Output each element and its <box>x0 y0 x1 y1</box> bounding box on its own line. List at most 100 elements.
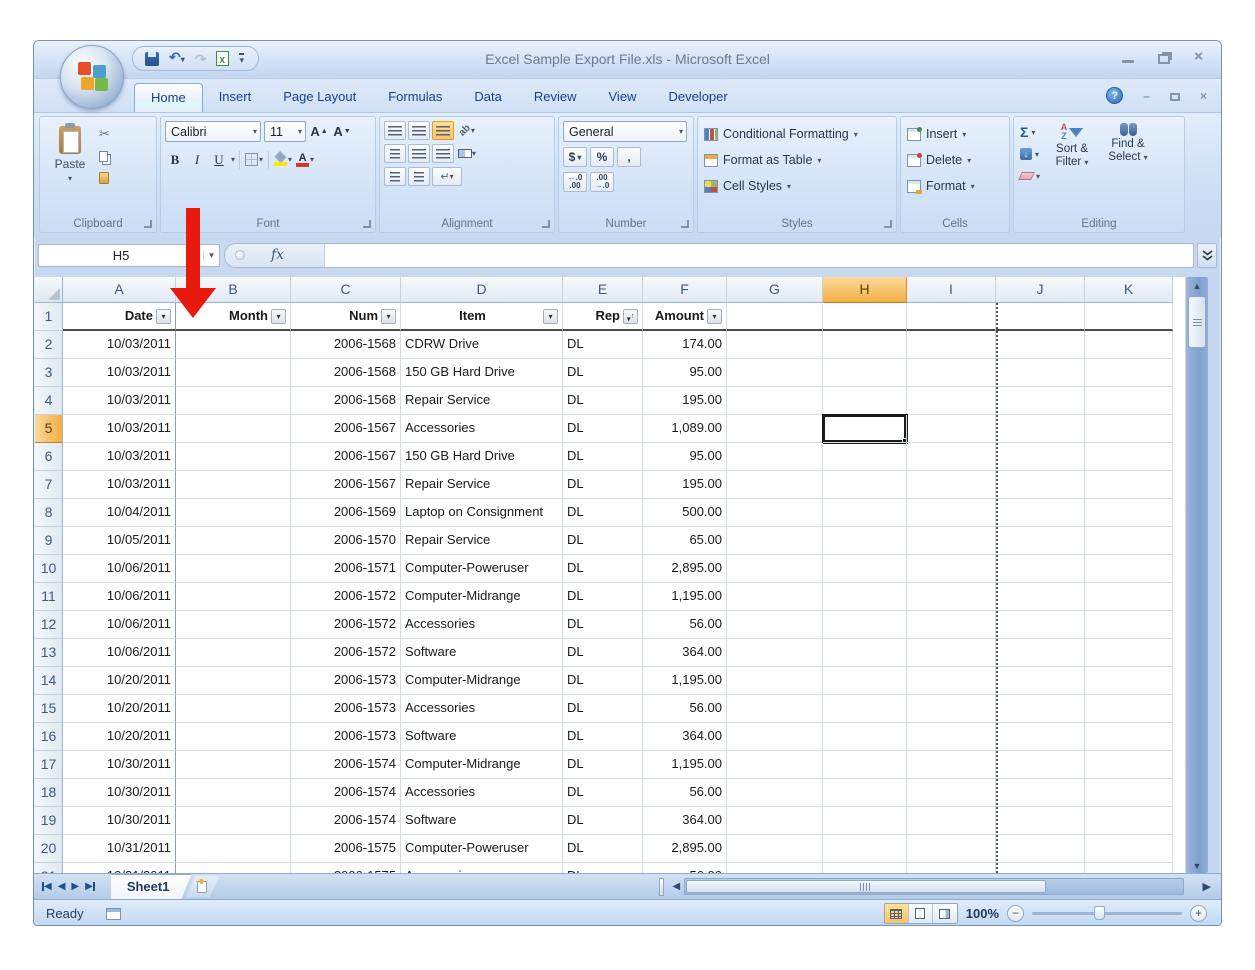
cell-H21[interactable] <box>823 863 907 873</box>
find-select-button[interactable]: Find & Select ▾ <box>1102 121 1154 212</box>
delete-cells-button[interactable]: Delete▾ <box>907 147 1005 173</box>
cell-K5[interactable] <box>1085 415 1173 443</box>
cell-K10[interactable] <box>1085 555 1173 583</box>
bottom-align-button[interactable] <box>432 121 454 140</box>
first-sheet-button[interactable]: ◀ <box>42 881 52 892</box>
orientation-button[interactable]: ab▾ <box>456 121 478 140</box>
cell-D16[interactable]: Software <box>401 723 563 751</box>
scroll-down-icon[interactable]: ▼ <box>1186 861 1208 871</box>
cell-B21[interactable] <box>176 863 291 873</box>
font-name-select[interactable]: Calibri▾ <box>165 121 261 142</box>
normal-view-button[interactable] <box>885 904 909 923</box>
cell-F17[interactable]: 1,195.00 <box>643 751 727 779</box>
cell-H17[interactable] <box>823 751 907 779</box>
row-header-8[interactable]: 8 <box>35 499 63 527</box>
cell-C4[interactable]: 2006-1568 <box>291 387 401 415</box>
cell-E1[interactable]: Rep▾↑ <box>563 303 643 331</box>
minimize-button[interactable] <box>1122 60 1134 63</box>
alignment-dialog-launcher[interactable] <box>542 220 550 228</box>
borders-button[interactable]: ▾ <box>244 149 264 170</box>
cell-F6[interactable]: 95.00 <box>643 443 727 471</box>
cell-G9[interactable] <box>727 527 823 555</box>
scroll-up-icon[interactable]: ▲ <box>1186 277 1208 295</box>
cell-K19[interactable] <box>1085 807 1173 835</box>
styles-dialog-launcher[interactable] <box>884 220 892 228</box>
cell-B3[interactable] <box>176 359 291 387</box>
horizontal-scrollbar[interactable] <box>684 878 1184 895</box>
row-header-16[interactable]: 16 <box>35 723 63 751</box>
tab-formulas[interactable]: Formulas <box>372 83 458 112</box>
cell-B11[interactable] <box>176 583 291 611</box>
insert-function-button[interactable]: fx <box>225 244 325 267</box>
cell-B15[interactable] <box>176 695 291 723</box>
format-cells-button[interactable]: Format▾ <box>907 173 1005 199</box>
restore-button[interactable] <box>1158 54 1170 64</box>
cell-A9[interactable]: 10/05/2011 <box>63 527 176 555</box>
cell-C18[interactable]: 2006-1574 <box>291 779 401 807</box>
col-header-C[interactable]: C <box>291 277 401 303</box>
cell-E13[interactable]: DL <box>563 639 643 667</box>
cell-K15[interactable] <box>1085 695 1173 723</box>
sheet-tab-sheet1[interactable]: Sheet1 <box>111 874 192 899</box>
cell-D5[interactable]: Accessories <box>401 415 563 443</box>
row-header-6[interactable]: 6 <box>35 443 63 471</box>
previous-sheet-button[interactable]: ◀ <box>58 881 66 892</box>
vertical-scrollbar[interactable]: ▲ ▼ <box>1186 277 1208 873</box>
insert-cells-button[interactable]: Insert▾ <box>907 121 1005 147</box>
scroll-right-icon[interactable]: ▶ <box>1203 880 1211 893</box>
cell-K17[interactable] <box>1085 751 1173 779</box>
filter-button-B[interactable]: ▾ <box>271 309 286 324</box>
cell-I8[interactable] <box>907 499 996 527</box>
cell-G7[interactable] <box>727 471 823 499</box>
italic-button[interactable]: I <box>187 149 207 170</box>
cell-A14[interactable]: 10/20/2011 <box>63 667 176 695</box>
cell-C19[interactable]: 2006-1574 <box>291 807 401 835</box>
cell-D7[interactable]: Repair Service <box>401 471 563 499</box>
cut-button[interactable]: ✂ <box>96 124 138 144</box>
align-center-button[interactable] <box>408 144 430 163</box>
row-header-2[interactable]: 2 <box>35 331 63 359</box>
cell-C13[interactable]: 2006-1572 <box>291 639 401 667</box>
cell-I10[interactable] <box>907 555 996 583</box>
last-sheet-button[interactable]: ▶ <box>85 881 95 892</box>
cell-A11[interactable]: 10/06/2011 <box>63 583 176 611</box>
cell-D9[interactable]: Repair Service <box>401 527 563 555</box>
page-break-view-button[interactable] <box>933 904 957 923</box>
col-header-J[interactable]: J <box>996 277 1085 303</box>
cell-J14[interactable] <box>996 667 1085 695</box>
cell-C16[interactable]: 2006-1573 <box>291 723 401 751</box>
cell-I1[interactable] <box>907 303 996 331</box>
cell-G20[interactable] <box>727 835 823 863</box>
cell-G21[interactable] <box>727 863 823 873</box>
cell-K14[interactable] <box>1085 667 1173 695</box>
row-header-3[interactable]: 3 <box>35 359 63 387</box>
cell-D15[interactable]: Accessories <box>401 695 563 723</box>
cell-C2[interactable]: 2006-1568 <box>291 331 401 359</box>
cell-D1[interactable]: Item▾ <box>401 303 563 331</box>
cell-B8[interactable] <box>176 499 291 527</box>
cell-I16[interactable] <box>907 723 996 751</box>
cell-A19[interactable]: 10/30/2011 <box>63 807 176 835</box>
cell-C10[interactable]: 2006-1571 <box>291 555 401 583</box>
cell-A16[interactable]: 10/20/2011 <box>63 723 176 751</box>
cell-I18[interactable] <box>907 779 996 807</box>
cell-I6[interactable] <box>907 443 996 471</box>
cell-A7[interactable]: 10/03/2011 <box>63 471 176 499</box>
cell-D21[interactable]: Accessories <box>401 863 563 873</box>
cell-H15[interactable] <box>823 695 907 723</box>
clipboard-dialog-launcher[interactable] <box>144 220 152 228</box>
vertical-scrollbar-thumb[interactable] <box>1188 296 1206 348</box>
cell-C11[interactable]: 2006-1572 <box>291 583 401 611</box>
cell-G14[interactable] <box>727 667 823 695</box>
cell-H2[interactable] <box>823 331 907 359</box>
cell-E5[interactable]: DL <box>563 415 643 443</box>
cell-C9[interactable]: 2006-1570 <box>291 527 401 555</box>
cell-F21[interactable]: 56.00 <box>643 863 727 873</box>
cell-E19[interactable]: DL <box>563 807 643 835</box>
cell-I5[interactable] <box>907 415 996 443</box>
col-header-F[interactable]: F <box>643 277 727 303</box>
cell-I13[interactable] <box>907 639 996 667</box>
cell-D14[interactable]: Computer-Midrange <box>401 667 563 695</box>
cell-J16[interactable] <box>996 723 1085 751</box>
cell-A8[interactable]: 10/04/2011 <box>63 499 176 527</box>
